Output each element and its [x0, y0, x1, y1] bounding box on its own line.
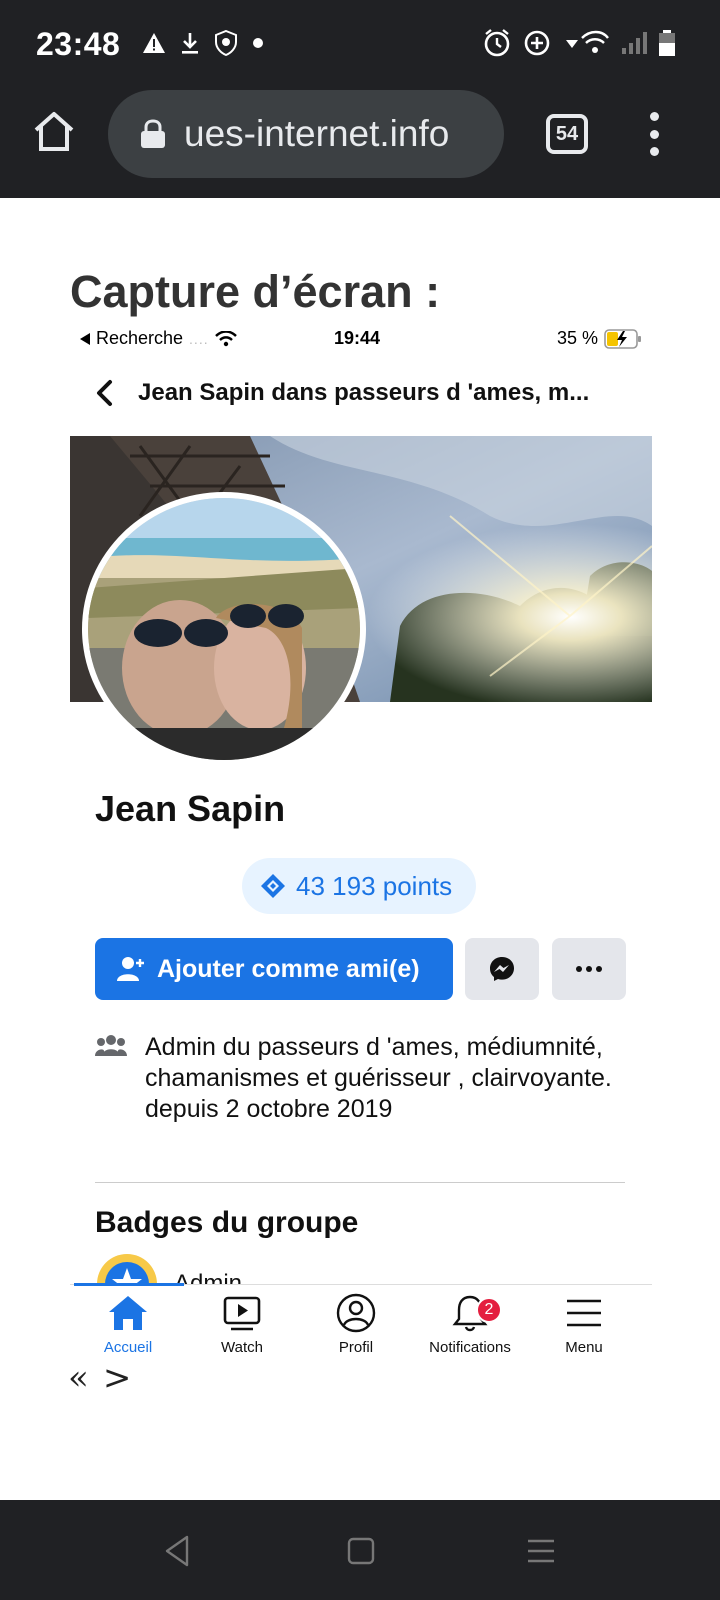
ios-wifi-icon [214, 330, 237, 346]
lock-icon [141, 119, 165, 148]
android-nav-bar [0, 1500, 720, 1600]
watch-icon [223, 1296, 261, 1331]
points-badge[interactable]: 43 193 points [242, 858, 477, 914]
home-nav-icon[interactable] [344, 1534, 378, 1568]
profile-name: Jean Sapin [95, 788, 286, 829]
group-members-icon [95, 1035, 127, 1056]
ios-status-bar: Recherche .... 19:44 35 % [70, 318, 652, 358]
add-friend-icon [117, 957, 144, 981]
post-title: Jean Sapin dans passeurs d 'ames, m... [138, 379, 590, 406]
menu-icon [567, 1299, 601, 1327]
recents-nav-icon[interactable] [524, 1534, 558, 1568]
pager-prev[interactable]: « [68, 1358, 89, 1398]
admin-info-text: Admin du passeurs d 'ames, médiumnité, c… [145, 1032, 625, 1125]
wifi-icon [566, 30, 609, 53]
overflow-menu-icon[interactable] [648, 112, 660, 156]
tab-label: Menu [565, 1339, 603, 1356]
admin-since: depuis 2 octobre 2019 [145, 1095, 393, 1123]
avatar-image [88, 498, 360, 760]
status-time: 23:48 [36, 26, 121, 62]
profile-icon [336, 1293, 376, 1333]
post-pagination: « > [68, 1358, 131, 1398]
pager-next[interactable]: > [103, 1358, 132, 1398]
tab-label: Accueil [103, 1339, 153, 1356]
back-chevron-icon[interactable] [92, 378, 118, 408]
tab-label: Profil [338, 1339, 374, 1356]
tab-switcher-button[interactable]: 54 [546, 114, 588, 154]
data-saver-icon [524, 30, 550, 56]
back-triangle-icon [80, 332, 90, 345]
battery-icon [659, 30, 675, 56]
url-text: ues-internet.info [184, 113, 450, 154]
tab-accueil[interactable]: Accueil [70, 1293, 186, 1356]
facebook-tab-bar: Accueil Watch Profil Notifications 2 Men… [70, 1283, 652, 1378]
points-diamond-icon [261, 874, 285, 898]
warning-icon [143, 33, 165, 53]
status-notification-icons [142, 30, 264, 56]
add-friend-label: Ajouter comme ami(e) [157, 954, 420, 983]
tab-menu[interactable]: Menu [526, 1293, 642, 1356]
alarm-icon [484, 29, 510, 57]
tab-notifications[interactable]: Notifications 2 [412, 1293, 528, 1356]
more-options-button[interactable] [552, 938, 626, 1000]
shield-app-icon [215, 30, 237, 56]
home-icon[interactable] [30, 108, 78, 156]
notification-count-badge: 2 [476, 1297, 502, 1323]
admin-badge-label: Admin [174, 1270, 243, 1284]
page-heading: Capture d’écran : [70, 266, 441, 317]
back-nav-icon[interactable] [160, 1534, 194, 1568]
tab-label: Watch [221, 1339, 263, 1356]
badges-section-title: Badges du groupe [95, 1206, 359, 1239]
status-system-icons [482, 28, 676, 58]
profile-avatar[interactable] [82, 492, 366, 766]
tab-watch[interactable]: Watch [184, 1293, 300, 1356]
ios-signal-dots: .... [189, 330, 209, 347]
address-bar[interactable]: ues-internet.info [108, 90, 504, 178]
ios-battery-icon [604, 328, 641, 349]
home-icon [109, 1296, 147, 1330]
messenger-icon [490, 957, 514, 981]
embedded-screenshot: Recherche .... 19:44 35 % Jean Sapin dan… [70, 318, 652, 1378]
ios-battery: 35 % [557, 328, 642, 349]
post-header: Jean Sapin dans passeurs d 'ames, m... [70, 358, 652, 428]
ios-back-to-app: Recherche .... [80, 328, 237, 349]
web-page: Capture d’écran : Recherche .... 19:44 3… [0, 198, 720, 1500]
tab-profil[interactable]: Profil [298, 1293, 414, 1356]
points-label: 43 193 points [296, 870, 453, 901]
browser-toolbar: ues-internet.info 54 [0, 88, 720, 198]
ios-time: 19:44 [334, 328, 381, 348]
tab-label: Notifications [429, 1339, 511, 1356]
signal-icon [622, 32, 647, 54]
admin-prefix: Admin du [145, 1033, 258, 1061]
add-friend-button[interactable]: Ajouter comme ami(e) [95, 938, 453, 1000]
active-tab-indicator [74, 1283, 184, 1286]
section-divider [95, 1182, 625, 1183]
android-status-bar: 23:48 [0, 0, 720, 88]
download-icon [182, 33, 198, 54]
dot-icon [253, 38, 263, 48]
ios-back-label: Recherche [96, 328, 184, 348]
admin-badge-icon [95, 1252, 159, 1284]
messenger-button[interactable] [465, 938, 539, 1000]
ios-battery-label: 35 % [556, 328, 598, 348]
